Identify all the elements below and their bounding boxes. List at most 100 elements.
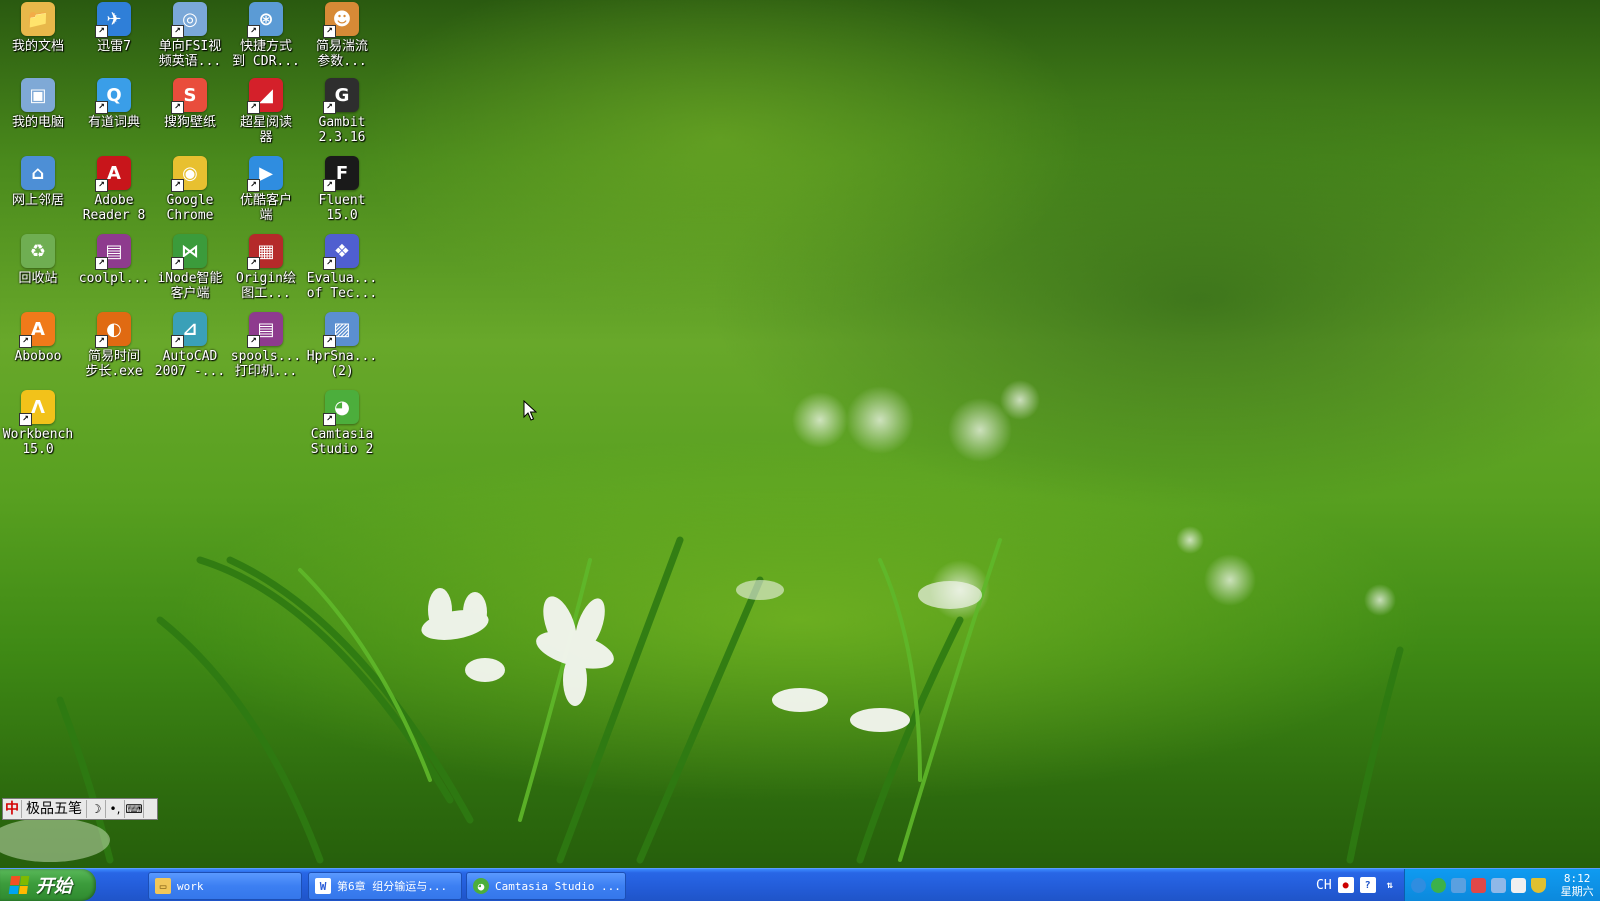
- start-button[interactable]: 开始: [0, 869, 96, 901]
- desktop-icon-label: HprSna... (2): [306, 349, 378, 379]
- tray-arrows-icon[interactable]: ⇅: [1382, 877, 1398, 893]
- desktop-icon[interactable]: ▤ ↗ spools... 打印机...: [228, 312, 304, 379]
- molecule-icon: ❖ ↗: [323, 234, 359, 270]
- clock-time: 8:12: [1563, 872, 1591, 885]
- shortcut-arrow-icon: ↗: [247, 179, 260, 192]
- safely-remove-hardware-icon[interactable]: [1510, 877, 1526, 893]
- desktop-icon[interactable]: 📁 我的文档: [0, 2, 76, 54]
- desktop-icon[interactable]: ⌂ 网上邻居: [0, 156, 76, 208]
- security-shield-icon[interactable]: [1530, 877, 1546, 893]
- language-indicator[interactable]: CH: [1316, 878, 1332, 893]
- desktop-icon[interactable]: A ↗ Adobe Reader 8: [76, 156, 152, 223]
- desktop-icon[interactable]: ⊛ ↗ 快捷方式 到 CDR...: [228, 2, 304, 69]
- desktop-icon-label: Adobe Reader 8: [82, 193, 146, 223]
- winrar-archive-icon: ▤ ↗: [95, 234, 131, 270]
- shortcut-arrow-icon: ↗: [95, 101, 108, 114]
- ansys-workbench-icon: Λ ↗: [19, 390, 55, 426]
- ime-name-label[interactable]: 极品五笔: [21, 800, 87, 818]
- desktop-icon[interactable]: ⋈ ↗ iNode智能 客户端: [152, 234, 228, 301]
- shortcut-arrow-icon: ↗: [95, 179, 108, 192]
- desktop-icon-label: Camtasia Studio 2: [310, 427, 374, 457]
- ime-status-bar[interactable]: 中 极品五笔 ☽ •, ⌨: [2, 798, 158, 820]
- desktop-icon[interactable]: ▶ ↗ 优酷客户 端: [228, 156, 304, 223]
- network-connection-icon[interactable]: [1490, 877, 1506, 893]
- desktop-icon[interactable]: ▦ ↗ Origin绘 图工...: [228, 234, 304, 301]
- desktop-icon[interactable]: ⊿ ↗ AutoCAD 2007 -...: [152, 312, 228, 379]
- show-hidden-icons-icon[interactable]: [1410, 877, 1426, 893]
- chrome-icon: ◉ ↗: [171, 156, 207, 192]
- clock[interactable]: 8:12 星期六: [1556, 869, 1600, 901]
- record-icon[interactable]: ●: [1337, 877, 1354, 893]
- taskbar-button-label: Camtasia Studio ...: [495, 879, 621, 893]
- desktop-icon[interactable]: ✈ ↗ 迅雷7: [76, 2, 152, 54]
- half-full-width-toggle-icon[interactable]: ☽: [87, 800, 106, 818]
- desktop-icon[interactable]: F ↗ Fluent 15.0: [304, 156, 380, 223]
- folder-documents-icon: 📁: [21, 2, 55, 36]
- desktop-icon-label: 超星阅读 器: [239, 115, 292, 145]
- desktop-icon[interactable]: S ↗ 搜狗壁纸: [152, 78, 228, 130]
- desktop-icon-label: coolpl...: [78, 271, 150, 286]
- desktop-icon-label: Fluent 15.0: [318, 193, 366, 223]
- soft-keyboard-icon[interactable]: ⌨: [125, 800, 144, 818]
- desktop-icon[interactable]: G ↗ Gambit 2.3.16: [304, 78, 380, 145]
- camtasia-icon: ◕ ↗: [323, 390, 359, 426]
- sogou-wallpaper-icon: S ↗: [171, 78, 207, 114]
- desktop-icon[interactable]: ◉ ↗ Google Chrome: [152, 156, 228, 223]
- taskbar-button-label: work: [177, 879, 204, 893]
- desktop-icon[interactable]: Q ↗ 有道词典: [76, 78, 152, 130]
- notification-area: [1403, 869, 1557, 901]
- shortcut-arrow-icon: ↗: [323, 25, 336, 38]
- desktop-icon[interactable]: ❖ ↗ Evalua... of Tec...: [304, 234, 380, 301]
- desktop-icon-label: 有道词典: [87, 115, 140, 130]
- shortcut-arrow-icon: ↗: [171, 101, 184, 114]
- ime-chinese-mode-toggle[interactable]: 中: [3, 800, 21, 818]
- taskbar-button-word-document[interactable]: W 第6章 组分输运与...: [308, 872, 462, 900]
- shortcut-arrow-icon: ↗: [247, 335, 260, 348]
- shortcut-arrow-icon: ↗: [323, 335, 336, 348]
- shortcut-arrow-icon: ↗: [247, 101, 260, 114]
- desktop-icon-label: Aboboo: [14, 349, 62, 364]
- desktop-icon[interactable]: ◢ ↗ 超星阅读 器: [228, 78, 304, 145]
- shortcut-arrow-icon: ↗: [323, 413, 336, 426]
- desktop-icon[interactable]: ☻ ↗ 简易湍流 参数...: [304, 2, 380, 69]
- tiger-mascot-icon: ☻ ↗: [323, 2, 359, 38]
- inode-client-icon: ⋈ ↗: [171, 234, 207, 270]
- desktop-icon-label: 回收站: [18, 271, 58, 286]
- qq-penguin-icon[interactable]: [1470, 877, 1486, 893]
- firefox-icon: ◐ ↗: [95, 312, 131, 348]
- help-icon[interactable]: ?: [1359, 877, 1376, 893]
- desktop-icon[interactable]: ▨ ↗ HprSna... (2): [304, 312, 380, 379]
- taskbar-button-label: 第6章 组分输运与...: [337, 880, 448, 893]
- desktop-icon[interactable]: ◎ ↗ 单向FSI视 频英语...: [152, 2, 228, 69]
- windows-logo-icon: [8, 876, 30, 894]
- desktop-icon[interactable]: ▣ 我的电脑: [0, 78, 76, 130]
- desktop-icon[interactable]: A ↗ Aboboo: [0, 312, 76, 364]
- desktop-icon-label: 简易时间 步长.exe: [85, 349, 143, 379]
- thunder-bird-icon: ✈ ↗: [95, 2, 131, 38]
- desktop-icon[interactable]: ◕ ↗ Camtasia Studio 2: [304, 390, 380, 457]
- word-doc-icon: W: [315, 878, 331, 894]
- taskbar-button-work[interactable]: ▭ work: [148, 872, 302, 900]
- desktop-icon-label: Google Chrome: [166, 193, 214, 223]
- desktop-icon[interactable]: ♻ 回收站: [0, 234, 76, 286]
- camtasia-icon: ◕: [473, 878, 489, 894]
- green-globe-icon[interactable]: [1430, 877, 1446, 893]
- adobe-reader-icon: A ↗: [95, 156, 131, 192]
- desktop-icon[interactable]: ▤ ↗ coolpl...: [76, 234, 152, 286]
- gambit-icon: G ↗: [323, 78, 359, 114]
- desktop-icon-label: iNode智能 客户端: [157, 271, 223, 301]
- shortcut-arrow-icon: ↗: [95, 335, 108, 348]
- fluent-icon: F ↗: [323, 156, 359, 192]
- desktop-icon[interactable]: Λ ↗ Workbench 15.0: [0, 390, 76, 457]
- shortcut-arrow-icon: ↗: [323, 101, 336, 114]
- winrar-archive-icon: ▤ ↗: [247, 312, 283, 348]
- desktop: 📁 我的文档 ✈ ↗ 迅雷7 ◎ ↗ 单向FSI视 频英语... ⊛ ↗ 快捷方式 到 CDR...…: [0, 0, 1600, 868]
- shortcut-arrow-icon: ↗: [171, 179, 184, 192]
- taskbar-button-camtasia[interactable]: ◕ Camtasia Studio ...: [466, 872, 626, 900]
- punctuation-toggle-icon[interactable]: •,: [106, 800, 125, 818]
- network-users-icon[interactable]: [1450, 877, 1466, 893]
- desktop-icon[interactable]: ◐ ↗ 简易时间 步长.exe: [76, 312, 152, 379]
- youdao-dict-icon: Q ↗: [95, 78, 131, 114]
- desktop-icon-label: Origin绘 图工...: [236, 271, 296, 301]
- desktop-icon-label: 快捷方式 到 CDR...: [232, 39, 300, 69]
